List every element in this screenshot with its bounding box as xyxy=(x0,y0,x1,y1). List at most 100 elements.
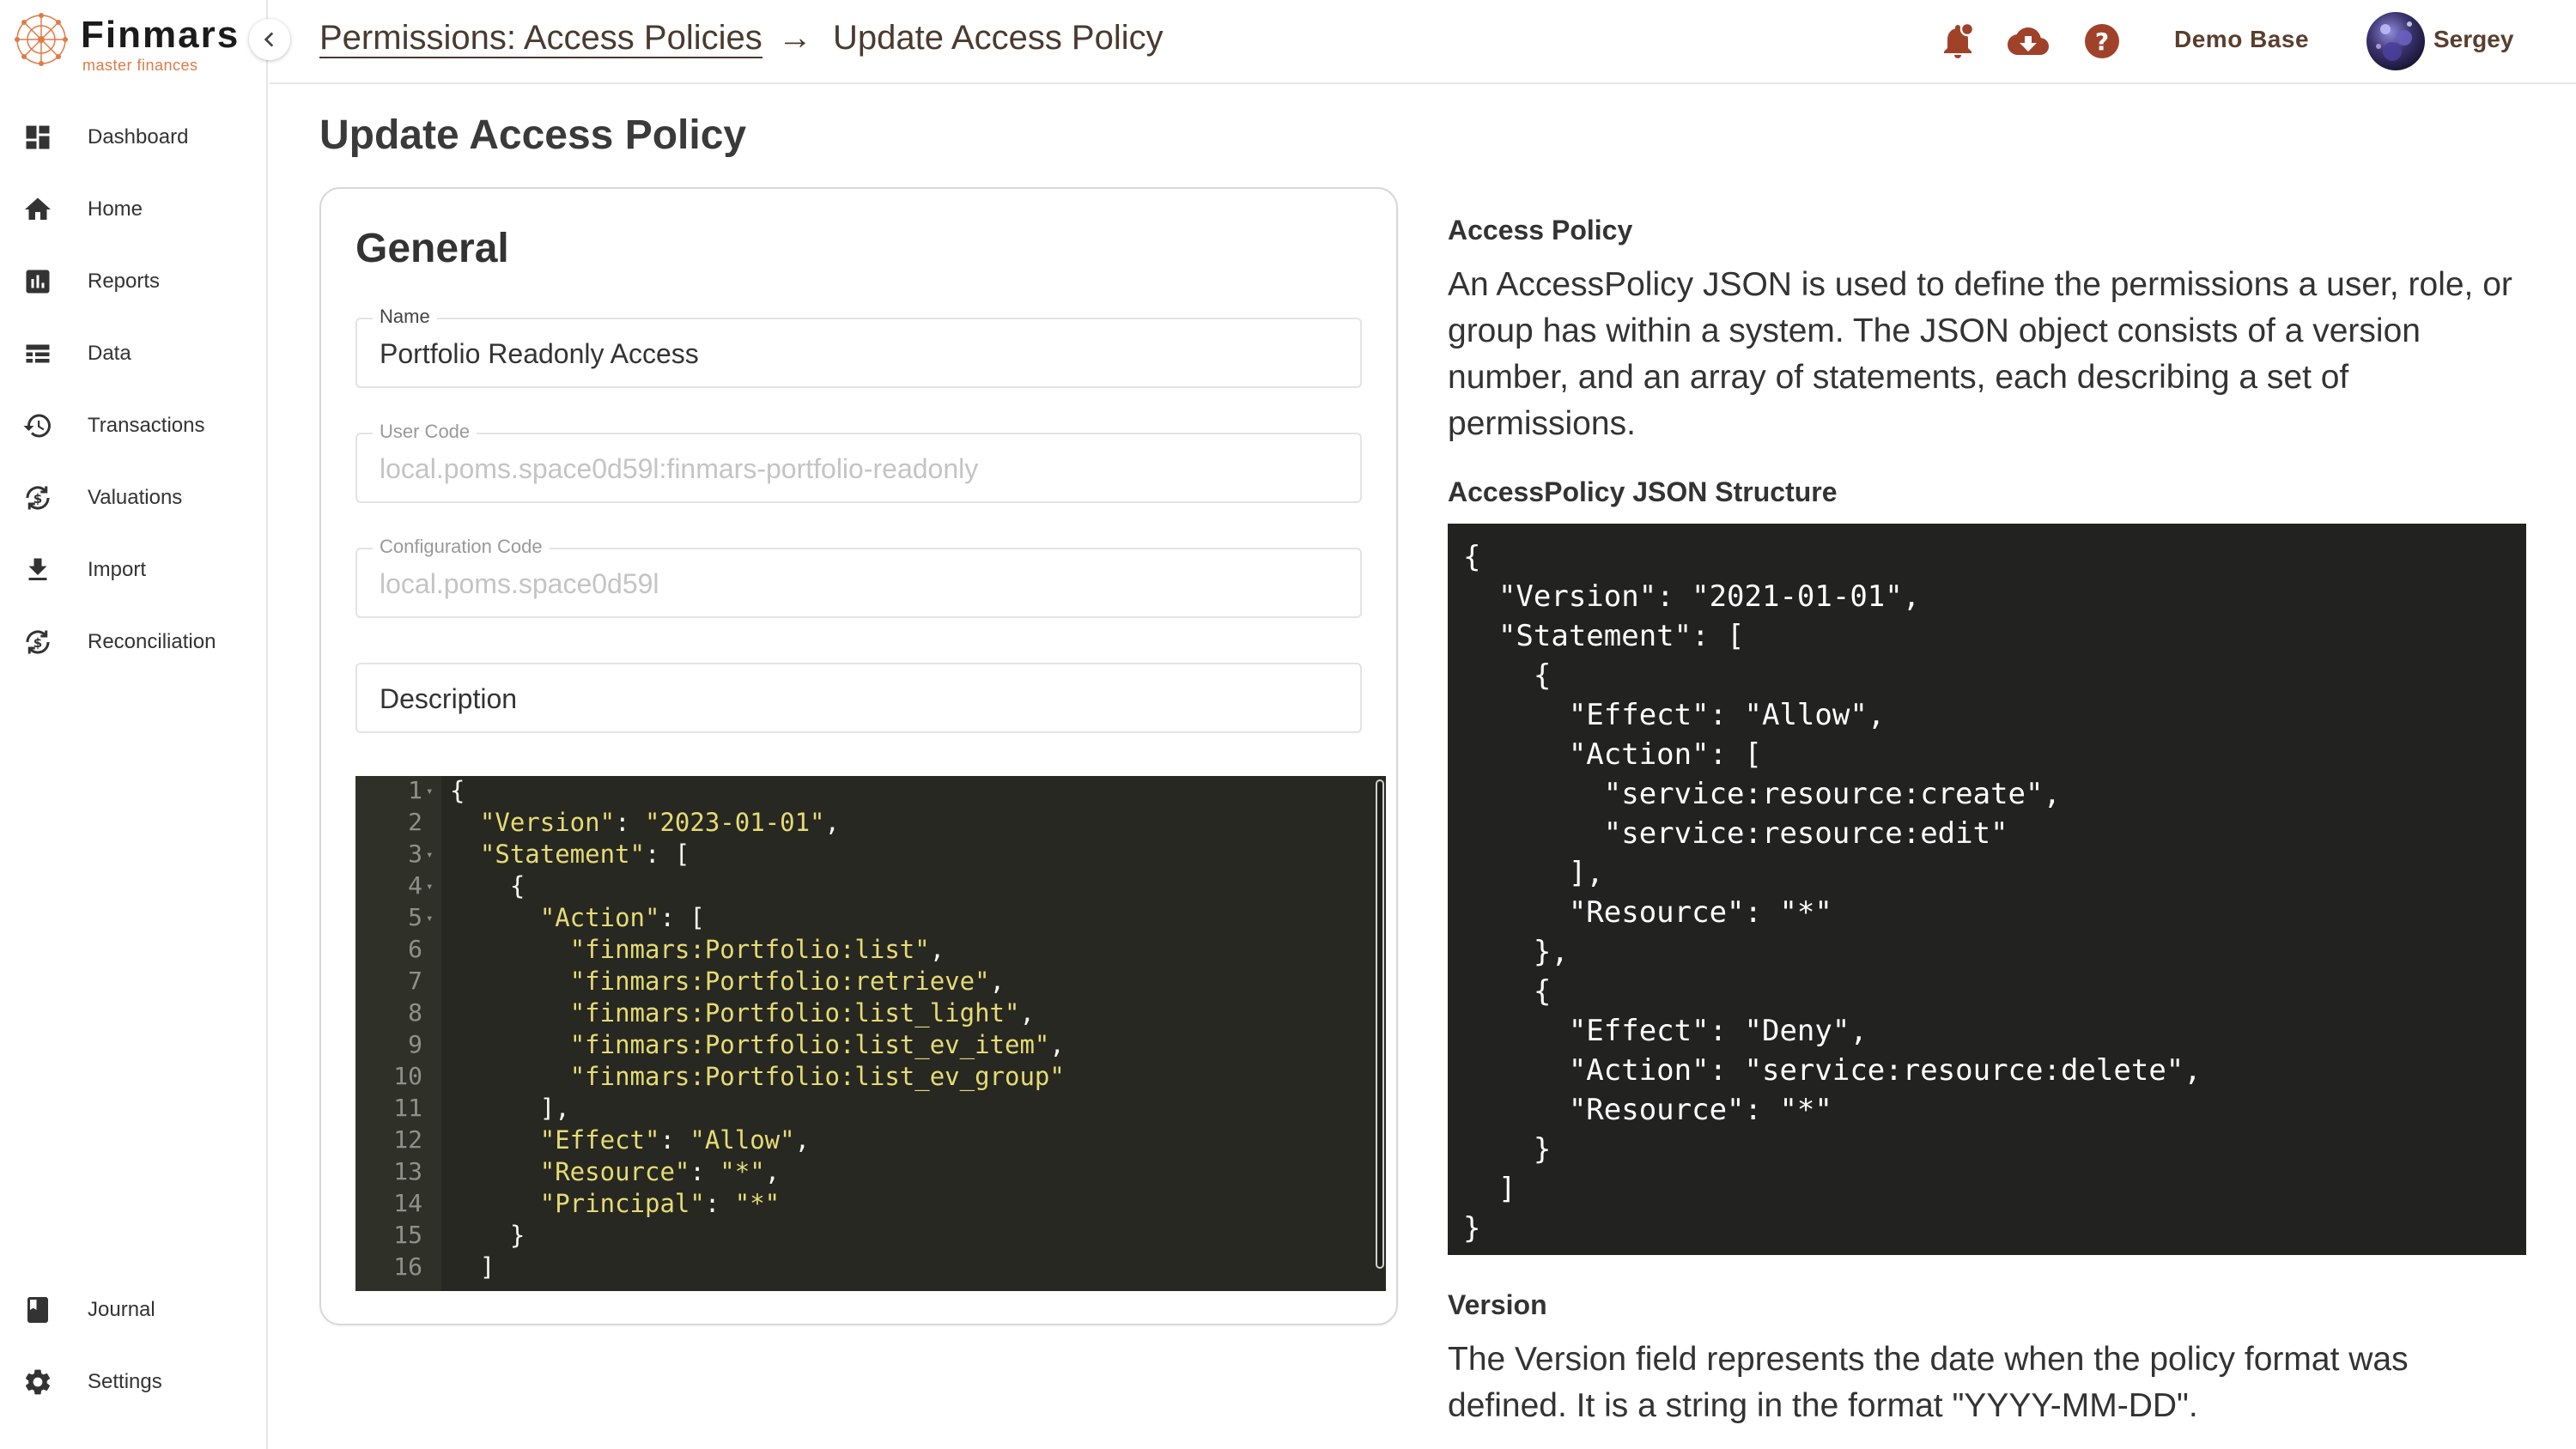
user-code-field-label: User Code xyxy=(373,421,477,443)
sidebar-item-journal[interactable]: Journal xyxy=(0,1284,266,1336)
reports-icon xyxy=(26,270,50,294)
sidebar-item-label: Home xyxy=(88,197,143,221)
sidebar-item-dashboard[interactable]: Dashboard xyxy=(0,112,266,163)
reconciliation-icon: $ xyxy=(26,630,50,654)
editor-code-line: } xyxy=(450,1221,526,1250)
fold-arrow-icon[interactable]: ▾ xyxy=(426,785,433,798)
editor-line-number: 2 xyxy=(408,808,422,836)
sidebar-item-label: Settings xyxy=(88,1370,162,1393)
editor-line-number: 4 xyxy=(408,871,422,900)
editor-code-line: "finmars:Portfolio:list", xyxy=(569,935,945,964)
history-icon xyxy=(23,414,51,438)
editor-line-number: 1 xyxy=(408,776,422,804)
sidebar-item-valuations[interactable]: $ Valuations xyxy=(0,472,266,524)
sidebar-item-label: Dashboard xyxy=(88,125,189,149)
general-card: General Name Portfolio Readonly Access U… xyxy=(319,187,1398,1325)
dashboard-icon xyxy=(26,125,50,149)
svg-text:$: $ xyxy=(33,635,42,651)
page-title: Update Access Policy xyxy=(319,112,747,158)
editor-code-line: "finmars:Portfolio:list_ev_group" xyxy=(569,1062,1065,1091)
editor-code-line: ], xyxy=(450,1094,570,1123)
json-code-editor[interactable]: 1 ▾ 2 3 ▾ 4 ▾ 5 ▾ 6 7 8 9 10 11 12 13 14 15 16 { "Version":… xyxy=(355,776,1386,1291)
docs-heading-access-policy: Access Policy xyxy=(1448,215,1633,246)
sidebar-item-data[interactable]: Data xyxy=(0,328,266,379)
editor-line-number: 7 xyxy=(408,967,422,995)
cloud-download-icon[interactable] xyxy=(2008,21,2049,62)
fold-arrow-icon[interactable]: ▾ xyxy=(426,880,433,894)
avatar[interactable] xyxy=(2366,12,2425,70)
logo-tagline: master finances xyxy=(82,57,198,74)
editor-line-number: 9 xyxy=(408,1030,422,1058)
breadcrumb-separator: → xyxy=(778,19,812,57)
sidebar-item-import[interactable]: Import xyxy=(0,544,266,596)
help-icon[interactable]: ? xyxy=(2081,21,2123,62)
description-field-placeholder: Description xyxy=(380,683,518,714)
data-icon xyxy=(26,344,50,363)
name-field[interactable]: Name Portfolio Readonly Access xyxy=(355,306,1362,388)
editor-code-line: "finmars:Portfolio:retrieve", xyxy=(569,967,1005,996)
sidebar-item-label: Transactions xyxy=(88,414,205,437)
docs-code-example: { "Version": "2021-01-01", "Statement": … xyxy=(1448,524,2526,1255)
sidebar-item-label: Reports xyxy=(88,270,161,293)
docs-panel: Access Policy An AccessPolicy JSON is us… xyxy=(1448,215,2526,1429)
editor-line-number: 6 xyxy=(408,935,422,963)
logo[interactable]: Finmars master finances xyxy=(14,12,254,74)
editor-line-number: 13 xyxy=(393,1157,422,1185)
editor-line-number: 8 xyxy=(408,998,422,1027)
home-icon xyxy=(25,197,51,220)
sidebar-item-transactions[interactable]: Transactions xyxy=(0,400,266,452)
workspace-selector[interactable]: Demo Base xyxy=(2174,26,2309,53)
editor-code-line: "Statement": [ xyxy=(479,840,690,869)
top-bar: Permissions: Access Policies → Update Ac… xyxy=(270,0,2576,84)
docs-heading-structure: AccessPolicy JSON Structure xyxy=(1448,476,1838,507)
sidebar-collapse-button[interactable] xyxy=(249,19,290,60)
docs-paragraph-intro: An AccessPolicy JSON is used to define t… xyxy=(1448,266,2512,442)
logo-mark-icon xyxy=(15,13,68,66)
user-code-field-value: local.poms.space0d59l:finmars-portfolio-… xyxy=(380,453,979,484)
valuations-icon: $ xyxy=(26,486,50,510)
fold-arrow-icon[interactable]: ▾ xyxy=(426,912,433,925)
configuration-code-field-label: Configuration Code xyxy=(373,536,550,558)
editor-line-number: 15 xyxy=(393,1221,422,1249)
user-code-field: User Code local.poms.space0d59l:finmars-… xyxy=(355,421,1362,503)
download-icon xyxy=(28,558,47,580)
editor-code-line: "Version": "2023-01-01", xyxy=(479,808,840,837)
editor-line-number: 11 xyxy=(393,1094,422,1122)
section-title: General xyxy=(355,226,509,271)
editor-code-line: "finmars:Portfolio:list_ev_item", xyxy=(569,1030,1065,1059)
editor-code-line: ] xyxy=(450,1252,495,1282)
sidebar-item-label: Reconciliation xyxy=(88,630,216,653)
sidebar-item-reports[interactable]: Reports xyxy=(0,256,266,307)
editor-code-line: { xyxy=(450,776,465,805)
sidebar-item-label: Import xyxy=(88,558,147,581)
sidebar-item-settings[interactable]: Settings xyxy=(0,1356,266,1408)
logo-name: Finmars xyxy=(81,14,240,56)
notifications-icon[interactable] xyxy=(1937,21,1978,62)
sidebar-item-reconciliation[interactable]: $ Reconciliation xyxy=(0,616,266,668)
editor-code-line: "Resource": "*", xyxy=(539,1157,781,1186)
editor-line-number: 10 xyxy=(393,1062,422,1090)
book-icon xyxy=(27,1297,48,1323)
editor-code-line: "finmars:Portfolio:list_light", xyxy=(569,998,1035,1028)
editor-code-line: "Effect": "Allow", xyxy=(539,1125,811,1155)
breadcrumb-current: Update Access Policy xyxy=(833,19,1163,57)
name-field-value: Portfolio Readonly Access xyxy=(380,338,699,369)
docs-heading-version: Version xyxy=(1448,1289,1547,1320)
user-name[interactable]: Sergey xyxy=(2433,26,2513,53)
editor-line-number: 14 xyxy=(393,1189,422,1217)
svg-text:$: $ xyxy=(33,491,42,506)
configuration-code-field: Configuration Code local.poms.space0d59l xyxy=(355,536,1362,618)
avatar-image-icon xyxy=(2376,21,2412,61)
sidebar-item-home[interactable]: Home xyxy=(0,184,266,235)
docs-paragraph-version: The Version field represents the date wh… xyxy=(1448,1341,2409,1424)
editor-line-number: 16 xyxy=(393,1252,422,1281)
editor-line-number: 3 xyxy=(408,840,422,868)
editor-code-line: { xyxy=(450,871,526,900)
breadcrumb-access-policies-link[interactable]: Permissions: Access Policies xyxy=(319,19,762,58)
editor-line-number: 5 xyxy=(408,903,422,931)
description-field[interactable]: Description xyxy=(355,663,1362,733)
fold-arrow-icon[interactable]: ▾ xyxy=(426,848,433,862)
sidebar-item-label: Valuations xyxy=(88,486,183,509)
editor-scrollbar[interactable] xyxy=(1376,779,1384,1269)
name-field-label: Name xyxy=(373,306,437,328)
